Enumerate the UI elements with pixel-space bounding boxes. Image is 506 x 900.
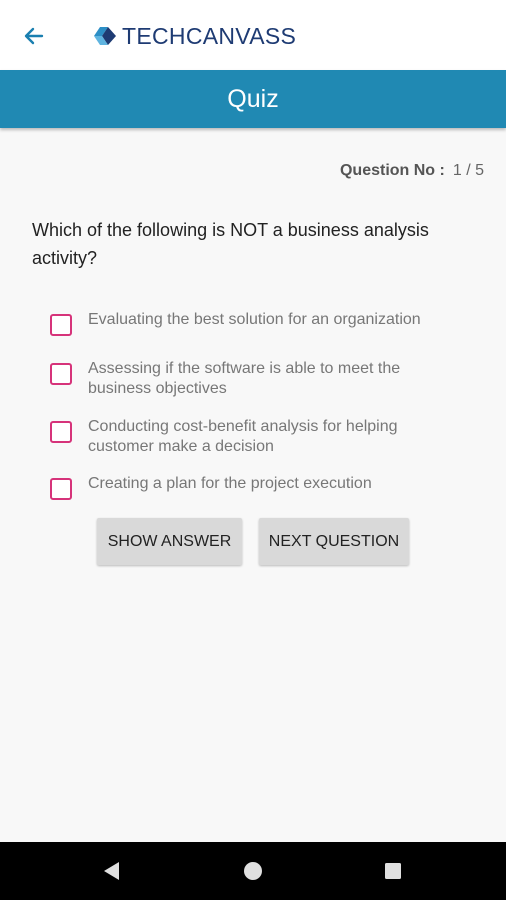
- option-4[interactable]: Creating a plan for the project executio…: [50, 474, 470, 500]
- option-2-checkbox[interactable]: [50, 363, 72, 385]
- techcanvass-logo: TECHCANVASS: [92, 20, 296, 52]
- question-number-label: Question No :: [339, 162, 445, 179]
- recents-square-icon: [385, 863, 401, 879]
- option-1[interactable]: Evaluating the best solution for an orga…: [50, 310, 470, 336]
- question-number-value: 1 / 5: [452, 162, 484, 179]
- logo-mark-icon: [94, 27, 116, 45]
- back-triangle-icon: [104, 862, 119, 880]
- option-3[interactable]: Conducting cost-benefit analysis for hel…: [50, 417, 470, 457]
- option-3-checkbox[interactable]: [50, 421, 72, 443]
- option-4-label: Creating a plan for the project executio…: [88, 475, 372, 492]
- option-2-label: Assessing if the software is able to mee…: [88, 360, 401, 397]
- nav-home-button[interactable]: [241, 859, 265, 883]
- logo-text-tech: TECH: [122, 22, 186, 49]
- back-button[interactable]: [14, 18, 54, 54]
- option-3-label: Conducting cost-benefit analysis for hel…: [88, 418, 398, 455]
- show-answer-button[interactable]: SHOW ANSWER: [97, 518, 242, 565]
- nav-recents-button[interactable]: [381, 859, 405, 883]
- page-title: Quiz: [227, 84, 279, 113]
- nav-back-button[interactable]: [100, 859, 124, 883]
- question-number: Question No : 1 / 5: [340, 162, 484, 180]
- home-circle-icon: [244, 862, 262, 880]
- option-2[interactable]: Assessing if the software is able to mee…: [50, 359, 470, 399]
- question-text: Which of the following is NOT a business…: [32, 220, 429, 268]
- system-nav-bar: [0, 842, 506, 900]
- option-1-checkbox[interactable]: [50, 314, 72, 336]
- next-question-button[interactable]: NEXT QUESTION: [259, 518, 409, 565]
- arrow-left-icon: [24, 27, 44, 45]
- quiz-title-bar: Quiz: [0, 70, 506, 128]
- option-1-label: Evaluating the best solution for an orga…: [88, 311, 421, 328]
- logo-text-canvass: CANVASS: [185, 22, 297, 49]
- logo-text: TECHCANVASS: [122, 23, 296, 50]
- app-bar: TECHCANVASS: [0, 0, 506, 70]
- option-4-checkbox[interactable]: [50, 478, 72, 500]
